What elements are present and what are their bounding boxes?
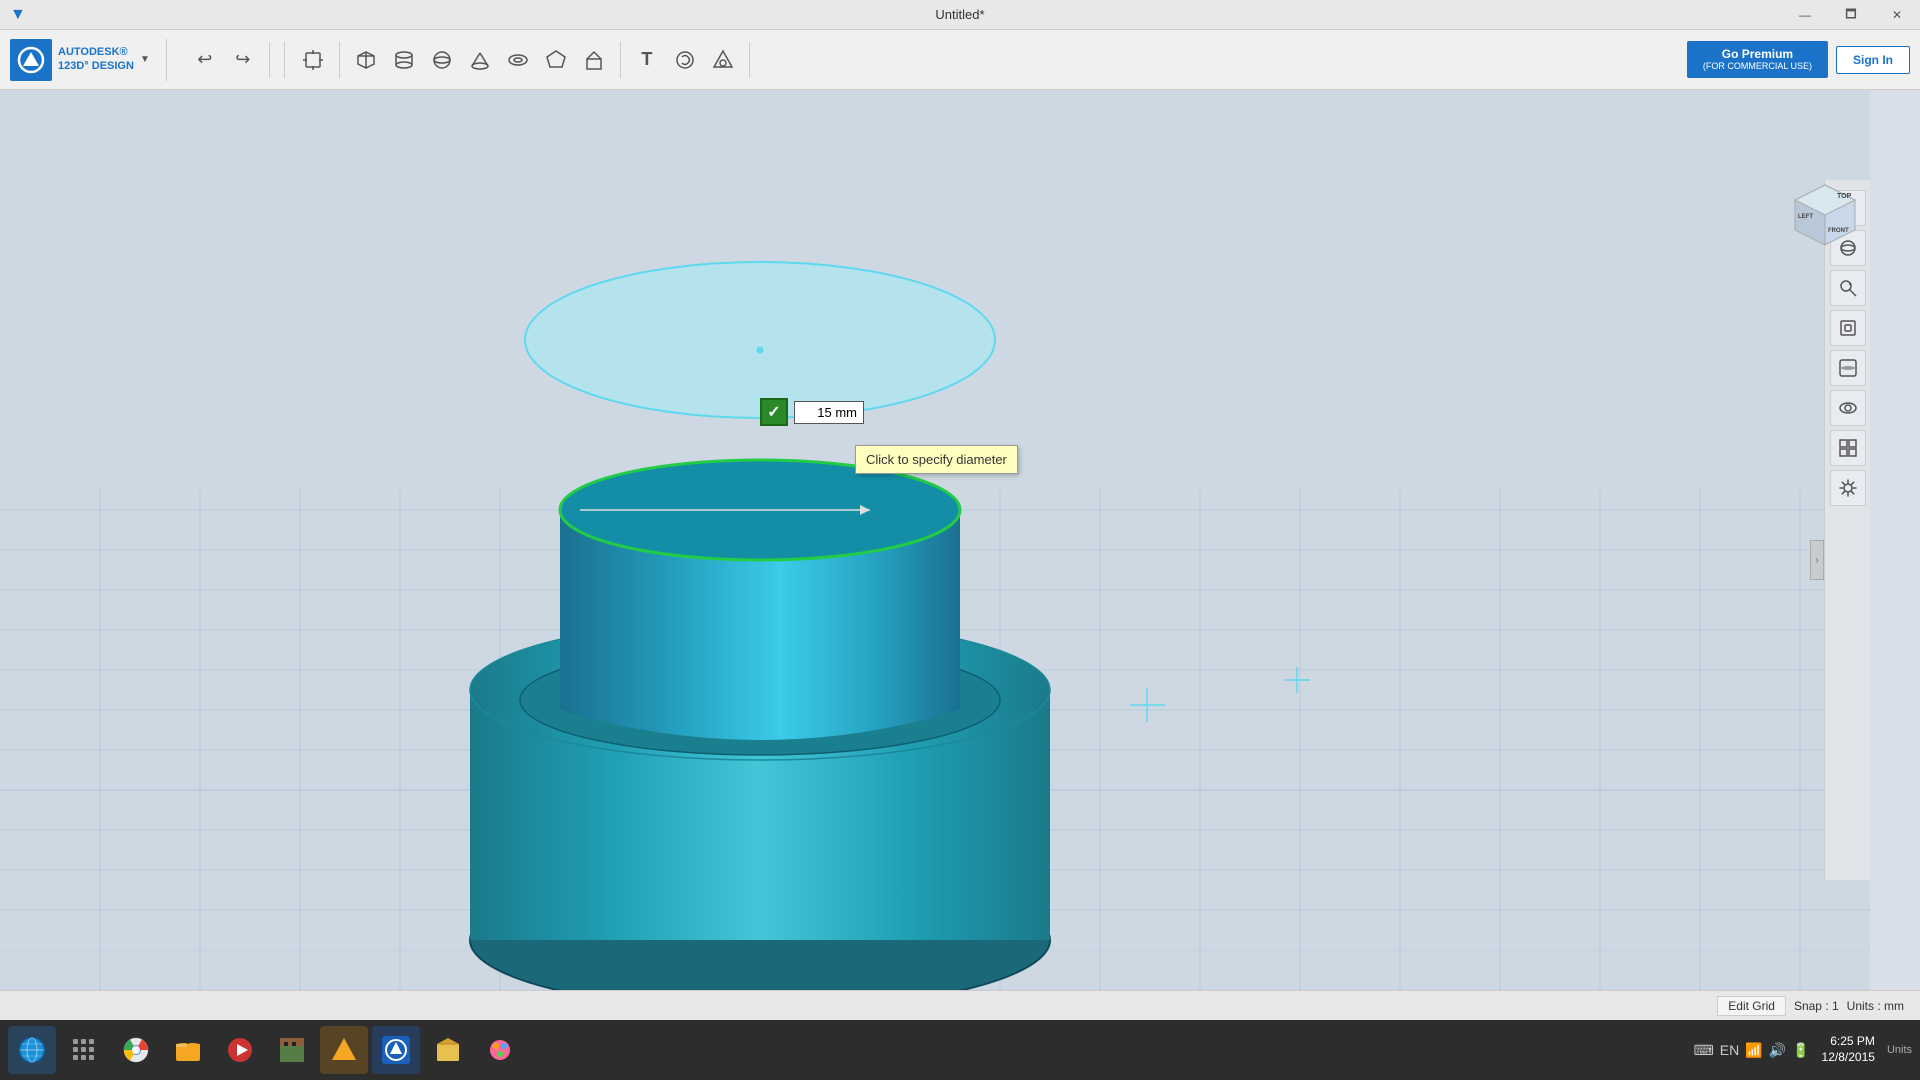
toolbar-separator-1	[284, 42, 285, 78]
svg-text:TOP: TOP	[1837, 193, 1852, 200]
view-home-button[interactable]	[1830, 310, 1866, 346]
status-bar: Edit Grid Snap : 1 Units : mm	[0, 990, 1920, 1020]
viewcube[interactable]: TOP LEFT FRONT	[1790, 180, 1860, 250]
polyhedron-button[interactable]	[538, 42, 574, 78]
volume-icon: 🔊	[1769, 1042, 1786, 1059]
extrude-button[interactable]	[576, 42, 612, 78]
text-tool-button[interactable]: T	[629, 42, 665, 78]
system-icons: ⌨ EN 📶 🔊 🔋	[1694, 1042, 1810, 1059]
3d-scene: ✓ Click to specify diameter TOP LEFT FRO…	[0, 90, 1870, 1000]
logo-icon	[10, 39, 52, 81]
dimension-input-container: ✓	[760, 398, 864, 426]
minimize-button[interactable]: —	[1782, 0, 1828, 30]
premium-area: Go Premium (FOR COMMERCIAL USE) Sign In	[1687, 41, 1910, 78]
language-icon: EN	[1720, 1042, 1739, 1058]
product-name: 123D° DESIGN	[58, 60, 134, 73]
torus-primitive-button[interactable]	[500, 42, 536, 78]
panel-collapse-tab[interactable]: ›	[1810, 540, 1824, 580]
logo-dropdown[interactable]: ▼	[140, 54, 150, 65]
taskbar: ⌨ EN 📶 🔊 🔋 6:25 PM 12/8/2015 Units	[0, 1020, 1920, 1080]
taskbar-icon-chrome[interactable]	[112, 1026, 160, 1074]
clock-date: 12/8/2015	[1822, 1050, 1875, 1066]
redo-button[interactable]: ↪	[225, 42, 261, 78]
material-button[interactable]	[705, 42, 741, 78]
taskbar-icon-123d[interactable]	[372, 1026, 420, 1074]
script-tool-button[interactable]	[667, 42, 703, 78]
zoom-fit-button[interactable]	[1830, 270, 1866, 306]
clock-time: 6:25 PM	[1822, 1034, 1875, 1050]
taskbar-icon-autodesk[interactable]	[320, 1026, 368, 1074]
window-controls: — 🗖 ✕	[1782, 0, 1920, 30]
taskbar-right: ⌨ EN 📶 🔊 🔋 6:25 PM 12/8/2015 Units	[1694, 1034, 1912, 1065]
taskbar-icon-minecraft[interactable]	[268, 1026, 316, 1074]
cone-primitive-button[interactable]	[462, 42, 498, 78]
taskbar-icon-explorer[interactable]	[164, 1026, 212, 1074]
wifi-icon: 📶	[1745, 1042, 1762, 1059]
svg-text:FRONT: FRONT	[1828, 228, 1849, 234]
edit-grid-button[interactable]: Edit Grid	[1717, 996, 1786, 1016]
tools-group: T	[629, 42, 750, 78]
undo-redo-group: ↩ ↪	[187, 42, 270, 78]
box-primitive-button[interactable]	[348, 42, 384, 78]
logo-area: AUTODESK® 123D° DESIGN ▼	[10, 39, 167, 81]
taskbar-icon-apps[interactable]	[60, 1026, 108, 1074]
window-title: Untitled*	[935, 7, 984, 22]
undo-button[interactable]: ↩	[187, 42, 223, 78]
signin-button[interactable]: Sign In	[1836, 46, 1910, 74]
snap-value: Snap : 1	[1794, 999, 1839, 1013]
taskbar-icon-paint[interactable]	[476, 1026, 524, 1074]
svg-text:LEFT: LEFT	[1798, 214, 1813, 220]
taskbar-icon-media[interactable]	[216, 1026, 264, 1074]
visibility-button[interactable]	[1830, 390, 1866, 426]
toolbar: AUTODESK® 123D° DESIGN ▼ ↩ ↪	[0, 30, 1920, 90]
transform-group	[295, 42, 340, 78]
units-value: Units : mm	[1847, 999, 1904, 1013]
settings-button[interactable]	[1830, 470, 1866, 506]
restore-button[interactable]: 🗖	[1828, 0, 1874, 30]
units-label: Units	[1887, 1044, 1912, 1056]
taskbar-icon-globe[interactable]	[8, 1026, 56, 1074]
brand-name: AUTODESK®	[58, 46, 134, 59]
confirm-button[interactable]: ✓	[760, 398, 788, 426]
dimension-input[interactable]	[794, 401, 864, 424]
right-panel	[1824, 180, 1870, 880]
shading-button[interactable]	[1830, 350, 1866, 386]
clock: 6:25 PM 12/8/2015	[1822, 1034, 1875, 1065]
primitives-group	[348, 42, 621, 78]
titlebar: ▼ Untitled* — 🗖 ✕	[0, 0, 1920, 30]
taskbar-icon-package[interactable]	[424, 1026, 472, 1074]
premium-button[interactable]: Go Premium (FOR COMMERCIAL USE)	[1687, 41, 1828, 78]
close-button[interactable]: ✕	[1874, 0, 1920, 30]
sphere-primitive-button[interactable]	[424, 42, 460, 78]
battery-icon: 🔋	[1792, 1042, 1809, 1059]
keyboard-icon: ⌨	[1694, 1042, 1714, 1059]
diameter-tooltip: Click to specify diameter	[855, 445, 1018, 474]
cylinder-primitive-button[interactable]	[386, 42, 422, 78]
grid-view-button[interactable]	[1830, 430, 1866, 466]
new-solid-button[interactable]	[295, 42, 331, 78]
grid-svg	[0, 90, 1870, 1000]
